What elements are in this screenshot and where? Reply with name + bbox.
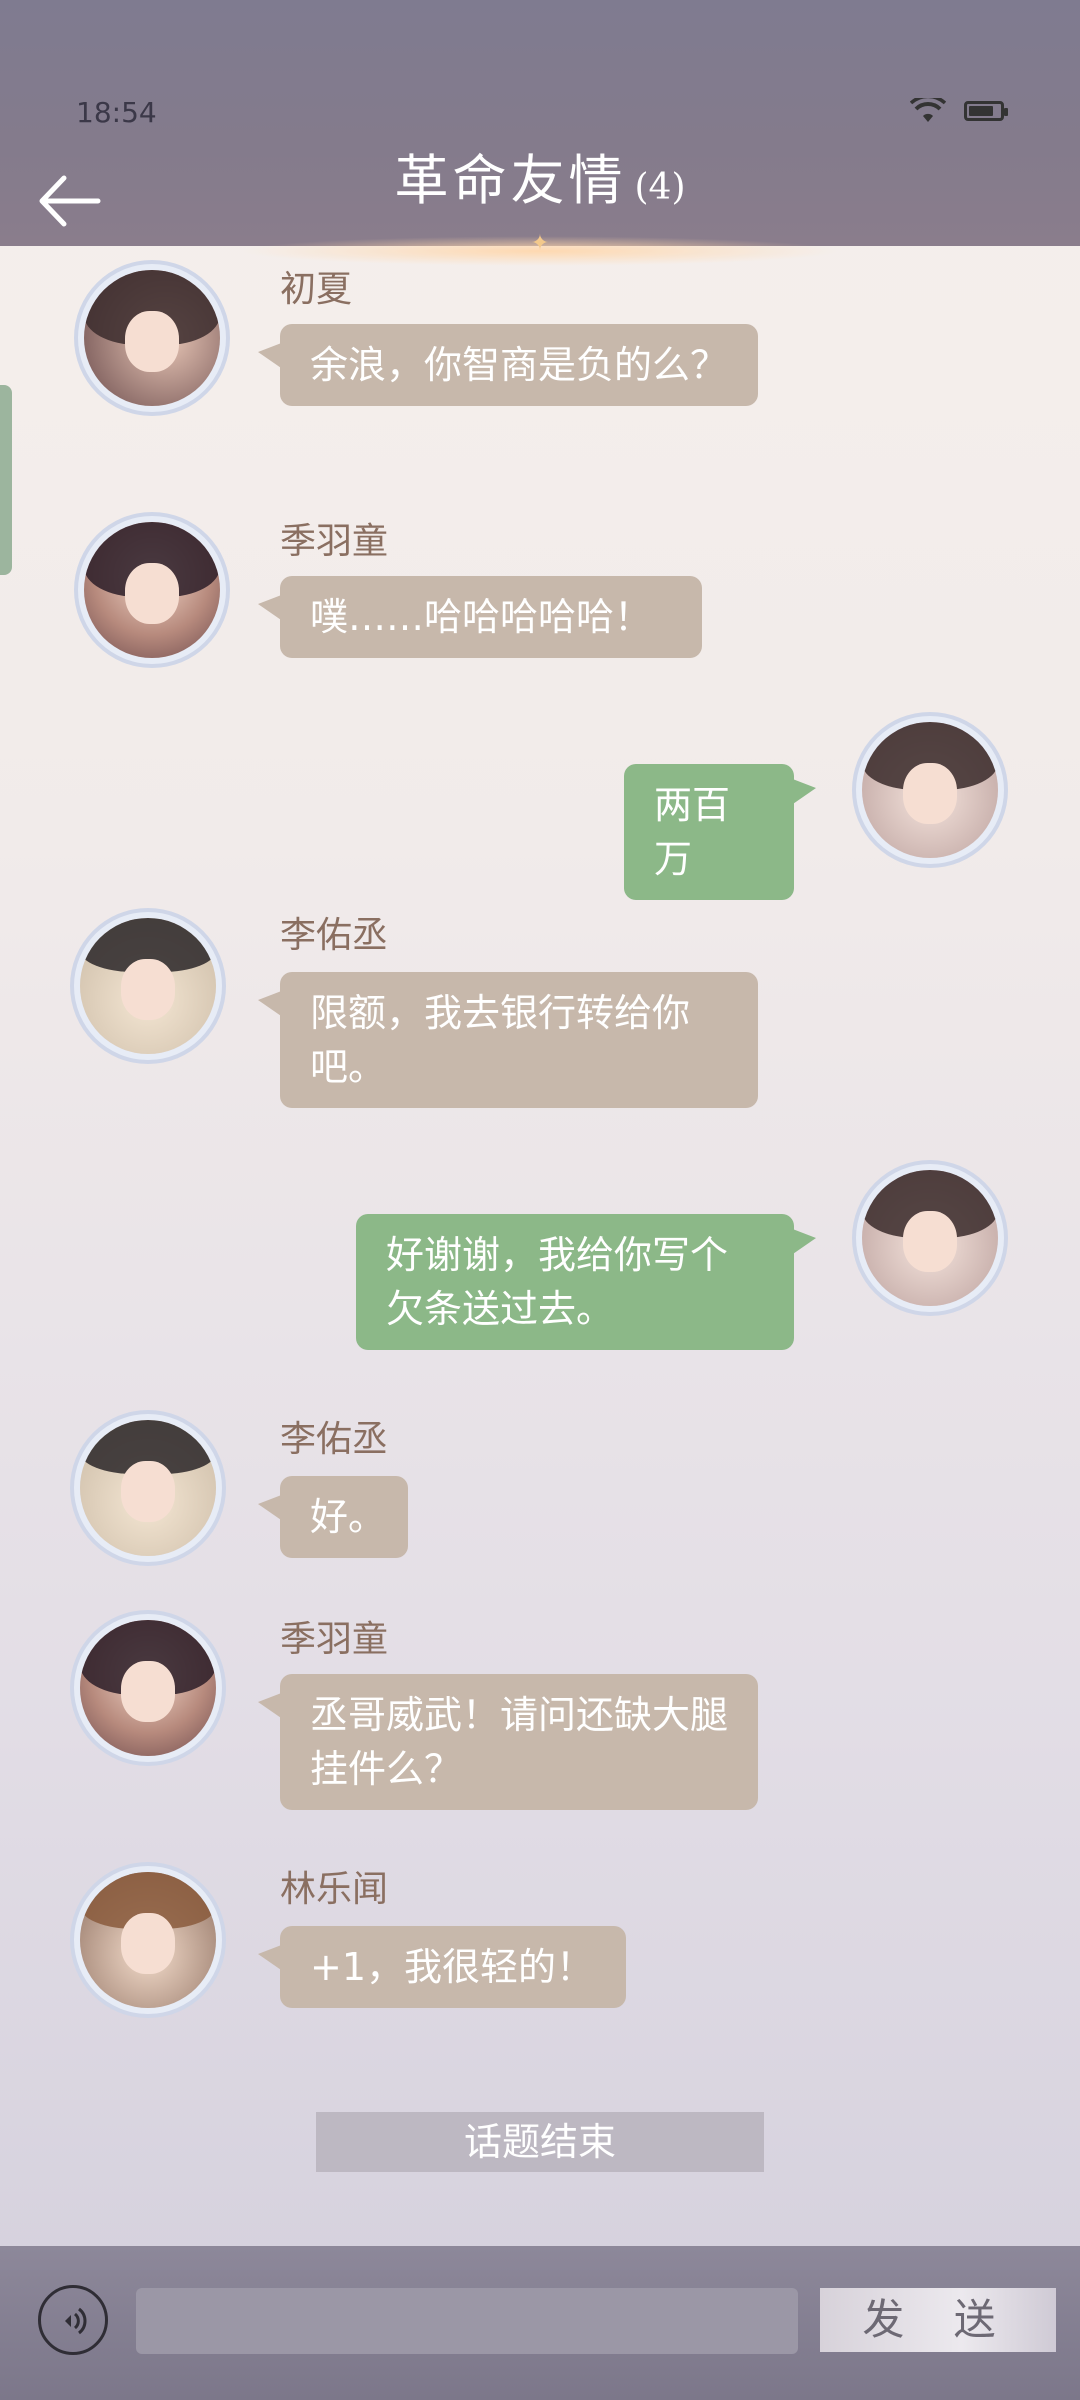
header-star-ornament: ✦ [530,231,550,256]
avatar-jiyutong[interactable] [84,522,220,658]
sender-name: 季羽童 [280,1619,389,1660]
sender-name: 初夏 [280,269,353,310]
message-input[interactable] [136,2288,798,2354]
avatar-chuxia[interactable] [84,270,220,406]
status-time: 18:54 [76,96,157,129]
avatar-jiyutong[interactable] [80,1620,216,1756]
sender-name: 李佑丞 [280,1419,389,1460]
message-bubble[interactable]: 好。 [258,1476,408,1558]
side-drawer-tab[interactable] [0,385,12,575]
chat-title: 革命友情 (4) [0,136,1080,215]
wifi-icon [910,98,946,122]
avatar-liyoucheng[interactable] [80,1420,216,1556]
voice-button[interactable] [38,2285,108,2355]
message-bubble-self[interactable]: 好谢谢，我给你写个欠条送过去。 [356,1214,816,1350]
member-count: (4) [634,167,686,208]
topic-ended-label: 话题结束 [316,2112,764,2172]
group-name: 革命友情 [394,149,627,212]
status-icons [910,98,1008,124]
battery-icon [964,101,1008,121]
sender-name: 李佑丞 [280,915,389,956]
message-bubble[interactable]: 丞哥威武！请问还缺大腿挂件么？ [258,1674,758,1810]
message-bubble[interactable]: 噗……哈哈哈哈哈！ [258,576,702,658]
avatar-liyoucheng[interactable] [80,918,216,1054]
avatar-self[interactable] [862,1170,998,1306]
send-button[interactable]: 发 送 [820,2288,1056,2352]
message-bubble[interactable]: 余浪，你智商是负的么？ [258,324,758,406]
sender-name: 林乐闻 [280,1869,389,1910]
avatar-self[interactable] [862,722,998,858]
message-bubble-self[interactable]: 两百万 [624,764,816,900]
message-bubble[interactable]: 限额，我去银行转给你吧。 [258,972,758,1108]
message-bubble[interactable]: +1，我很轻的！ [258,1926,626,2008]
voice-icon [65,2307,87,2335]
sender-name: 季羽童 [280,521,389,562]
avatar-linlewen[interactable] [80,1872,216,2008]
